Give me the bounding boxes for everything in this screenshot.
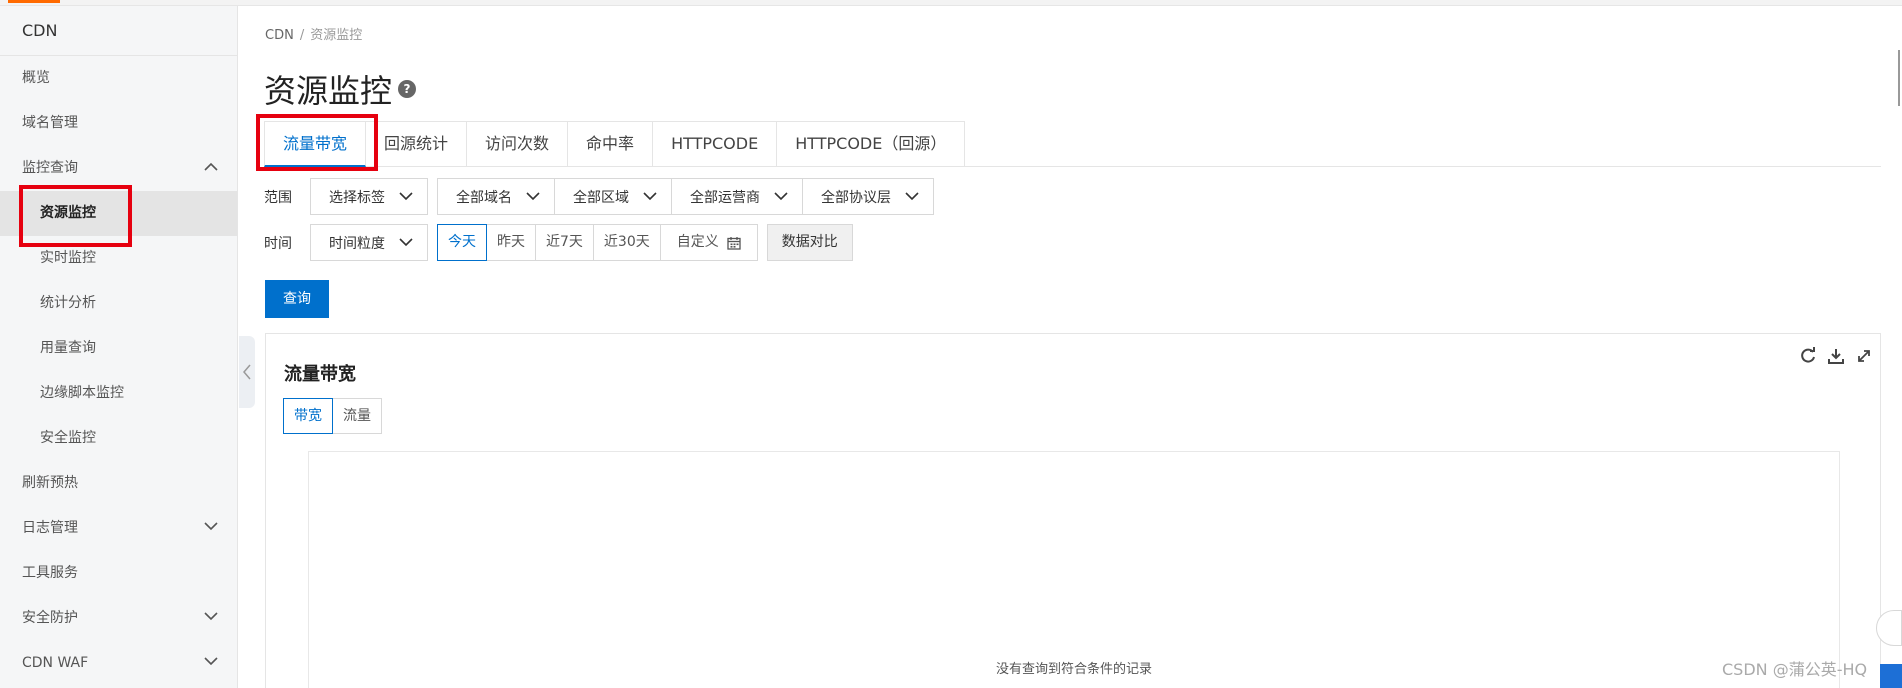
sidebar-item-waf[interactable]: CDN WAF <box>0 641 237 686</box>
chart-area: 没有查询到符合条件的记录 <box>308 451 1840 688</box>
chevron-down-icon <box>774 192 788 201</box>
sidebar-item-protection[interactable]: 安全防护 <box>0 596 237 641</box>
sidebar-item-tools[interactable]: 工具服务 <box>0 551 237 596</box>
tab-httpcode-origin[interactable]: HTTPCODE（回源） <box>777 121 966 167</box>
time-filter-row: 时间 时间粒度 今天 昨天 近7天 近30天 自定义 数据对比 <box>264 224 853 261</box>
time-label: 时间 <box>264 235 292 252</box>
sidebar-item-label: 统计分析 <box>40 295 96 311</box>
subtab-bandwidth[interactable]: 带宽 <box>283 398 333 434</box>
sidebar-item-refresh[interactable]: 刷新预热 <box>0 461 237 506</box>
main-content: CDN / 资源监控 资源监控 ? 流量带宽 回源统计 访问次数 命中率 HTTPC… <box>264 6 1884 688</box>
scope-label: 范围 <box>264 189 292 206</box>
chevron-left-icon <box>243 364 251 380</box>
breadcrumb-separator: / <box>299 28 305 43</box>
sidebar-item-label: 用量查询 <box>40 340 96 356</box>
sidebar-item-label: 概览 <box>22 70 50 86</box>
fullscreen-icon[interactable] <box>1854 346 1874 366</box>
sidebar-item-usage[interactable]: 用量查询 <box>0 326 237 371</box>
sidebar-item-security-monitor[interactable]: 安全监控 <box>0 416 237 461</box>
query-button[interactable]: 查询 <box>265 280 329 318</box>
sidebar-item-label: 安全监控 <box>40 430 96 446</box>
sidebar-item-label: 域名管理 <box>22 115 78 131</box>
region-select[interactable]: 全部区域 <box>554 178 672 215</box>
panel-title: 流量带宽 <box>284 364 356 385</box>
corner-badge <box>1880 664 1902 688</box>
calendar-icon <box>727 236 741 250</box>
granularity-select[interactable]: 时间粒度 <box>310 224 428 261</box>
chevron-down-icon[interactable] <box>199 596 223 641</box>
scope-filter-row: 范围 选择标签 全部域名 全部区域 全部运营商 全部协议层 <box>264 178 934 215</box>
tab-httpcode[interactable]: HTTPCODE <box>653 121 778 167</box>
select-value: 全部域名 <box>456 189 512 206</box>
tab-hit-rate[interactable]: 命中率 <box>568 121 654 167</box>
sidebar-item-label: 工具服务 <box>22 565 78 581</box>
page-title: 资源监控 <box>264 72 393 110</box>
data-compare-button[interactable]: 数据对比 <box>766 224 853 261</box>
download-icon[interactable] <box>1826 346 1846 366</box>
highlight-box-sidebar <box>19 185 132 247</box>
sidebar-item-label: CDN WAF <box>22 655 89 671</box>
chevron-down-icon <box>643 192 657 201</box>
watermark: CSDN @蒲公英-HQ <box>1722 660 1868 679</box>
sidebar-item-edge-script[interactable]: 边缘脚本监控 <box>0 371 237 416</box>
select-value: 时间粒度 <box>329 235 385 252</box>
sidebar-item-label: 刷新预热 <box>22 475 78 491</box>
panel-toolbar <box>1798 346 1874 366</box>
sidebar-item-statistics[interactable]: 统计分析 <box>0 281 237 326</box>
chevron-down-icon <box>399 192 413 201</box>
breadcrumb-root[interactable]: CDN <box>265 28 294 43</box>
page-title-row: 资源监控 ? <box>264 66 417 112</box>
select-value: 选择标签 <box>329 189 385 206</box>
range-7days-button[interactable]: 近7天 <box>535 224 594 261</box>
highlight-box-tab <box>256 114 378 171</box>
isp-select[interactable]: 全部运营商 <box>671 178 803 215</box>
sidebar-collapse-handle[interactable] <box>239 336 255 408</box>
sidebar-item-label: 监控查询 <box>22 160 78 176</box>
select-value: 全部运营商 <box>690 189 760 206</box>
brand-accent <box>8 0 60 3</box>
traffic-bandwidth-panel: 流量带宽 带宽 流量 没有查询到符合条件的记录 <box>265 333 1881 688</box>
tab-origin-stats[interactable]: 回源统计 <box>366 121 468 167</box>
tag-select[interactable]: 选择标签 <box>310 178 428 215</box>
sidebar-title: CDN <box>0 6 237 56</box>
domain-select[interactable]: 全部域名 <box>437 178 555 215</box>
select-value: 全部协议层 <box>821 189 891 206</box>
help-icon[interactable]: ? <box>398 80 417 98</box>
refresh-icon[interactable] <box>1798 346 1818 366</box>
chevron-down-icon[interactable] <box>199 641 223 686</box>
sidebar: CDN 概览 域名管理 监控查询 资源监控 实时监控 统计分析 用量查询 边缘脚… <box>0 6 238 688</box>
chevron-down-icon[interactable] <box>199 506 223 551</box>
breadcrumb: CDN / 资源监控 <box>265 24 362 43</box>
chevron-up-icon[interactable] <box>199 146 223 191</box>
chevron-down-icon <box>399 238 413 247</box>
breadcrumb-current: 资源监控 <box>310 28 363 43</box>
sidebar-item-label: 边缘脚本监控 <box>40 385 124 401</box>
range-yesterday-button[interactable]: 昨天 <box>486 224 536 261</box>
sidebar-item-label: 安全防护 <box>22 610 78 626</box>
chevron-down-icon <box>905 192 919 201</box>
protocol-select[interactable]: 全部协议层 <box>802 178 934 215</box>
sidebar-item-overview[interactable]: 概览 <box>0 56 237 101</box>
range-custom-label: 自定义 <box>676 234 719 250</box>
scrollbar[interactable] <box>1898 50 1900 106</box>
sidebar-item-domains[interactable]: 域名管理 <box>0 101 237 146</box>
range-custom-button[interactable]: 自定义 <box>659 224 758 261</box>
tab-bar: 流量带宽 回源统计 访问次数 命中率 HTTPCODE HTTPCODE（回源） <box>264 121 1881 167</box>
sidebar-item-label: 日志管理 <box>22 520 78 536</box>
tab-requests[interactable]: 访问次数 <box>467 121 569 167</box>
select-value: 全部区域 <box>573 189 629 206</box>
empty-message: 没有查询到符合条件的记录 <box>995 662 1152 677</box>
range-today-button[interactable]: 今天 <box>437 224 487 261</box>
range-30days-button[interactable]: 近30天 <box>592 224 661 261</box>
chevron-down-icon <box>526 192 540 201</box>
metric-switch: 带宽 流量 <box>283 398 382 434</box>
subtab-traffic[interactable]: 流量 <box>332 398 382 434</box>
sidebar-item-label: 实时监控 <box>40 250 96 266</box>
sidebar-item-logs[interactable]: 日志管理 <box>0 506 237 551</box>
